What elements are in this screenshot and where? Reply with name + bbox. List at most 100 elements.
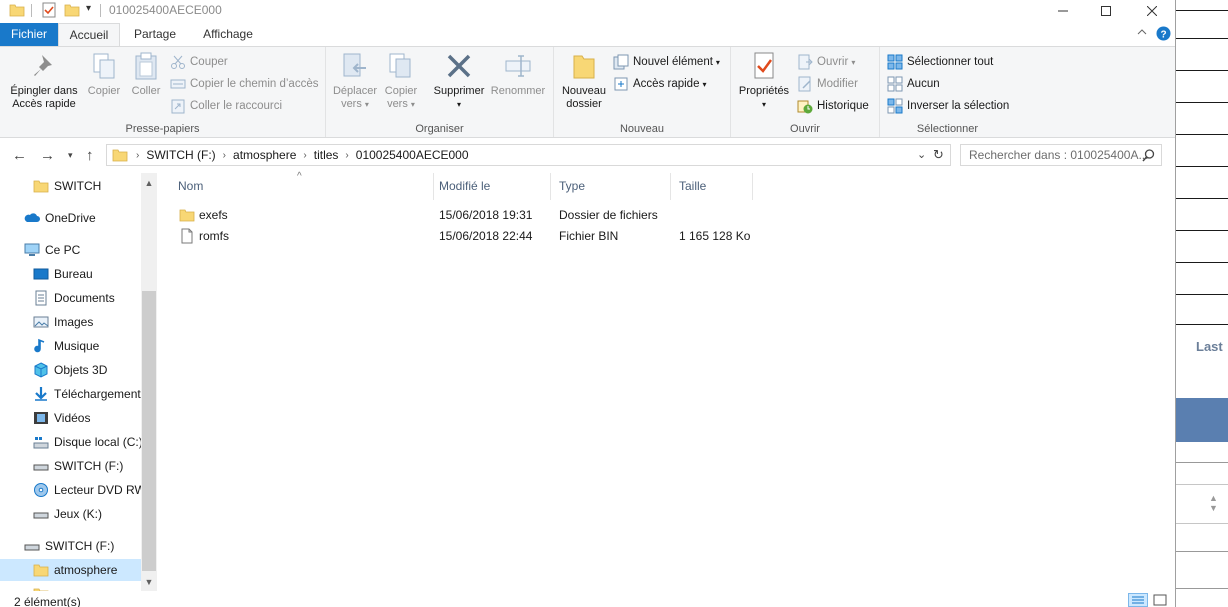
breadcrumb-item[interactable]: 010025400AECE000 (356, 148, 469, 162)
details-view-icon[interactable] (1128, 593, 1148, 607)
sidebar-item-3d-objects[interactable]: Objets 3D (0, 359, 141, 381)
column-header-size[interactable]: Taille (671, 173, 753, 200)
edit-button[interactable]: Modifier (797, 76, 858, 92)
select-all-button[interactable]: Sélectionner tout (887, 54, 993, 70)
scroll-thumb[interactable] (142, 291, 156, 571)
sidebar-item-label: Documents (54, 291, 115, 305)
delete-button[interactable]: Supprimer ▾ (428, 51, 490, 111)
back-arrow-icon[interactable]: ← (12, 147, 27, 164)
help-icon[interactable]: ? (1156, 26, 1171, 44)
new-folder-quick-access-icon[interactable] (64, 3, 80, 20)
table-row[interactable]: exefs 15/06/2018 19:31 Dossier de fichie… (176, 205, 756, 226)
new-folder-button[interactable]: Nouveau dossier (558, 51, 610, 111)
up-arrow-icon[interactable]: ↑ (86, 147, 94, 164)
tab-share[interactable]: Partage (124, 23, 186, 46)
desktop-icon (33, 268, 49, 280)
breadcrumb-chevron-icon[interactable]: › (223, 150, 226, 161)
move-to-button[interactable]: Déplacer vers ▾ (328, 51, 382, 111)
breadcrumb-item[interactable]: SWITCH (F:) (146, 148, 215, 162)
properties-icon (754, 52, 774, 79)
large-icons-view-icon[interactable] (1153, 594, 1167, 607)
sidebar-item-local-disk-c[interactable]: Disque local (C:) (0, 431, 143, 453)
file-icon (181, 228, 193, 244)
select-none-button[interactable]: Aucun (887, 76, 940, 92)
file-modified: 15/06/2018 22:44 (439, 229, 533, 243)
sidebar-scrollbar[interactable]: ▲ ▼ (141, 173, 157, 591)
select-none-icon (887, 76, 903, 92)
sidebar-item-switch-f[interactable]: SWITCH (F:) (0, 455, 141, 477)
last-page-link[interactable]: Last (1196, 339, 1223, 354)
sidebar-item-label: OneDrive (45, 211, 96, 225)
scroll-up-icon[interactable]: ▲ (141, 175, 157, 191)
copy-to-button[interactable]: Copier vers ▾ (380, 51, 422, 111)
close-button[interactable] (1134, 0, 1170, 22)
copy-path-button[interactable]: Copier le chemin d’accès (170, 76, 318, 92)
pin-quick-access-button[interactable]: Épingler dans Accès rapide (4, 51, 84, 111)
sidebar-item-switch[interactable]: SWITCH (0, 175, 141, 197)
sidebar-item-jeux-k[interactable]: Jeux (K:) (0, 503, 141, 525)
sidebar-item-label: Images (54, 315, 94, 329)
sidebar-item-videos[interactable]: Vidéos (0, 407, 141, 429)
table-gridline (1176, 10, 1228, 11)
copy-to-label-2: vers (387, 98, 408, 110)
forward-arrow-icon[interactable]: → (40, 147, 55, 164)
invert-selection-icon (887, 98, 903, 114)
table-gridline (1176, 38, 1228, 39)
spinner-icon[interactable]: ▲ ▼ (1209, 493, 1218, 513)
sidebar-item-desktop[interactable]: Bureau (0, 263, 141, 285)
sidebar-item-pictures[interactable]: Images (0, 311, 141, 333)
background-select-box[interactable]: ▲ ▼ (1176, 484, 1228, 524)
file-type: Dossier de fichiers (559, 208, 658, 222)
sidebar-item-switch-f-root[interactable]: SWITCH (F:) (0, 535, 141, 557)
copy-label: Copier (87, 85, 121, 97)
sidebar-item-this-pc[interactable]: Ce PC (0, 239, 141, 261)
cut-button[interactable]: Couper (170, 54, 228, 70)
clipboard-group-label: Presse-papiers (125, 123, 200, 135)
sidebar-item-music[interactable]: Musique (0, 335, 141, 357)
new-item-button[interactable]: Nouvel élément ▾ (613, 54, 720, 70)
maximize-button[interactable] (1088, 0, 1124, 22)
open-button[interactable]: Ouvrir ▾ (797, 54, 855, 70)
tab-home[interactable]: Accueil (58, 23, 120, 47)
organize-group: Déplacer vers ▾ Copier vers ▾ Supprimer … (326, 47, 554, 137)
tab-view[interactable]: Affichage (192, 23, 264, 46)
properties-button[interactable]: Propriétés ▾ (735, 51, 793, 111)
breadcrumb-chevron-icon[interactable]: › (303, 150, 306, 161)
refresh-icon[interactable]: ↻ (933, 147, 944, 163)
address-dropdown-icon[interactable]: ⌄ (917, 148, 926, 161)
tab-file[interactable]: Fichier (0, 23, 58, 46)
easy-access-button[interactable]: Accès rapide ▾ (613, 76, 707, 92)
copy-button[interactable]: Copier (84, 51, 124, 98)
sidebar-item-documents[interactable]: Documents (0, 287, 141, 309)
table-row[interactable]: romfs 15/06/2018 22:44 Fichier BIN 1 165… (176, 226, 756, 247)
history-button[interactable]: Historique (797, 98, 869, 114)
breadcrumb-chevron-icon[interactable]: › (136, 150, 139, 161)
sidebar-item-atmosphere[interactable]: atmosphere (0, 559, 141, 581)
minimize-button[interactable] (1045, 0, 1081, 22)
scroll-down-icon[interactable]: ▼ (141, 574, 157, 590)
new-group: Nouveau dossier Nouvel élément ▾ Accès r… (554, 47, 731, 137)
recent-locations-icon[interactable]: ▾ (68, 150, 73, 161)
search-input[interactable]: Rechercher dans : 010025400A... (960, 144, 1162, 166)
column-header-type[interactable]: Type (551, 173, 671, 200)
sidebar-item-dvd[interactable]: Lecteur DVD RW (0, 479, 146, 501)
column-header-modified[interactable]: Modifié le (431, 173, 551, 200)
ribbon-tabs: Fichier Accueil Partage Affichage ? (0, 23, 1175, 47)
customize-quick-access-icon[interactable]: ▾ (86, 3, 91, 14)
sidebar-item-onedrive[interactable]: OneDrive (0, 207, 141, 229)
rename-button[interactable]: Renommer (488, 51, 548, 98)
table-gridline (1176, 166, 1228, 167)
column-header-name[interactable]: Nom (170, 173, 434, 200)
sidebar-item-partial[interactable] (0, 583, 141, 591)
collapse-ribbon-icon[interactable] (1137, 27, 1147, 40)
paste-shortcut-button[interactable]: Coller le raccourci (170, 98, 282, 114)
properties-quick-access-icon[interactable] (41, 2, 57, 21)
invert-selection-button[interactable]: Inverser la sélection (887, 98, 1009, 114)
breadcrumb-item[interactable]: atmosphere (233, 148, 296, 162)
folder-icon (179, 209, 195, 222)
address-bar[interactable]: › SWITCH (F:) › atmosphere › titles › 01… (106, 144, 951, 166)
paste-button[interactable]: Coller (126, 51, 166, 98)
breadcrumb-item[interactable]: titles (314, 148, 339, 162)
sidebar-item-downloads[interactable]: Téléchargement (0, 383, 141, 405)
breadcrumb-chevron-icon[interactable]: › (345, 150, 348, 161)
